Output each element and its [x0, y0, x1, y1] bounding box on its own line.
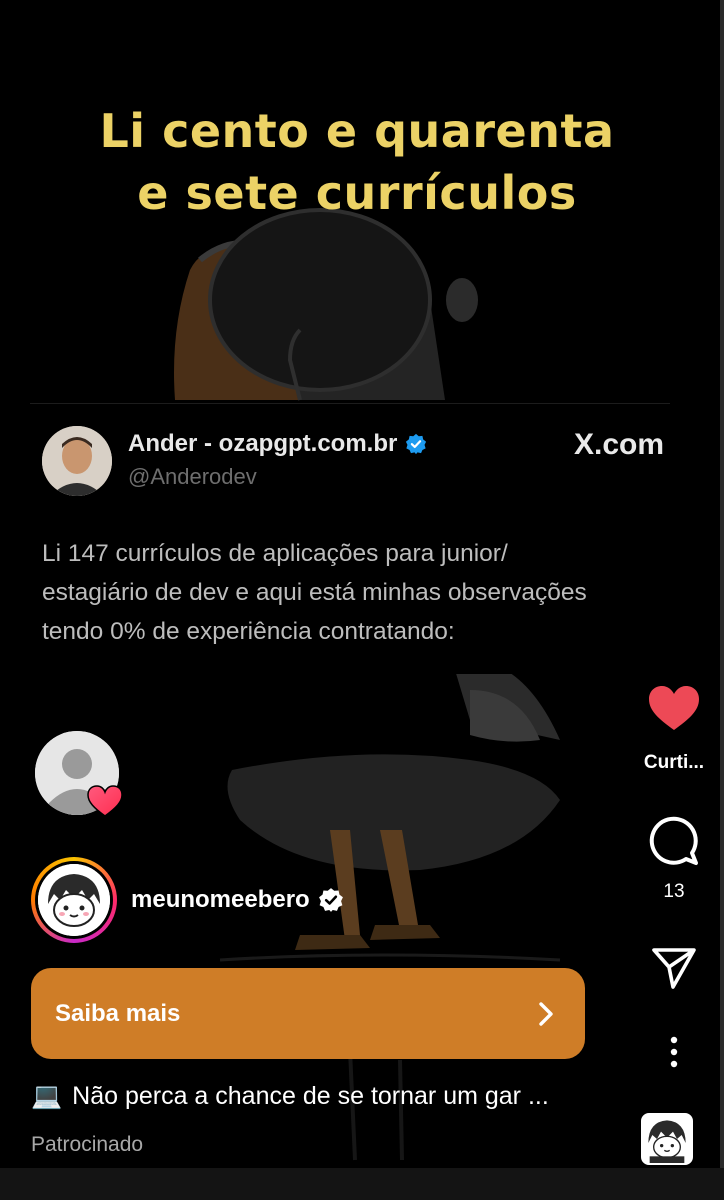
tweet-author-name: Ander - ozapgpt.com.br	[128, 430, 427, 458]
verified-badge-icon	[318, 888, 343, 912]
heart-filled-icon[interactable]	[647, 684, 701, 732]
embedded-tweet: Ander - ozapgpt.com.br @Anderodev X.com …	[30, 403, 670, 674]
comment-bubble-icon[interactable]	[648, 815, 700, 867]
verified-badge-icon	[406, 433, 427, 455]
like-action[interactable]: Curti...	[634, 684, 714, 774]
laptop-emoji-icon: 💻	[31, 1082, 63, 1110]
tweet-text-line-3: tendo 0% de experiência contratando:	[42, 618, 455, 645]
tweet-text-line-2: estagiário de dev e aqui está minhas obs…	[42, 579, 587, 606]
reel-screen: Li cento e quarenta e sete currículos An…	[0, 0, 724, 1200]
comment-action[interactable]: 13	[634, 815, 714, 903]
caption-line-2: e sete currículos	[137, 166, 577, 220]
tweet-author-avatar	[42, 426, 112, 496]
caption-line-1: Li cento e quarenta	[99, 104, 615, 158]
tweet-text: Li 147 currículos de aplicações para jun…	[42, 534, 672, 651]
more-options-button[interactable]	[634, 1036, 714, 1068]
audio-thumbnail[interactable]	[641, 1113, 693, 1165]
post-description-text: Não perca a chance de se tornar um gar .…	[72, 1082, 549, 1110]
sponsored-label: Patrocinado	[31, 1133, 144, 1156]
creator-row[interactable]: meunomeebero	[31, 857, 344, 943]
creator-username-text: meunomeebero	[131, 886, 310, 913]
tweet-text-line-1: Li 147 currículos de aplicações para jun…	[42, 540, 508, 567]
learn-more-label: Saiba mais	[55, 999, 181, 1027]
post-description[interactable]: 💻 Não perca a chance de se tornar um gar…	[31, 1082, 621, 1111]
paper-plane-icon[interactable]	[651, 946, 697, 990]
more-vertical-icon[interactable]	[669, 1036, 679, 1068]
chevron-right-icon	[539, 1001, 553, 1026]
action-rail: Curti... 13	[634, 0, 714, 1168]
share-action[interactable]	[634, 946, 714, 990]
creator-username[interactable]: meunomeebero	[131, 886, 344, 914]
screen-edge	[720, 0, 724, 1200]
tweet-author-handle: @Anderodev	[128, 464, 257, 489]
tweet-author-name-text: Ander - ozapgpt.com.br	[128, 430, 398, 457]
learn-more-button[interactable]: Saiba mais	[31, 968, 585, 1059]
bottom-bar	[0, 1168, 724, 1200]
like-label: Curti...	[643, 752, 705, 773]
creator-mini-avatar	[643, 1115, 691, 1163]
comment-count: 13	[663, 881, 685, 902]
video-caption: Li cento e quarenta e sete currículos	[0, 100, 714, 224]
creator-story-ring[interactable]	[31, 857, 117, 943]
liked-heart-icon	[87, 785, 123, 817]
creator-avatar	[38, 864, 110, 936]
